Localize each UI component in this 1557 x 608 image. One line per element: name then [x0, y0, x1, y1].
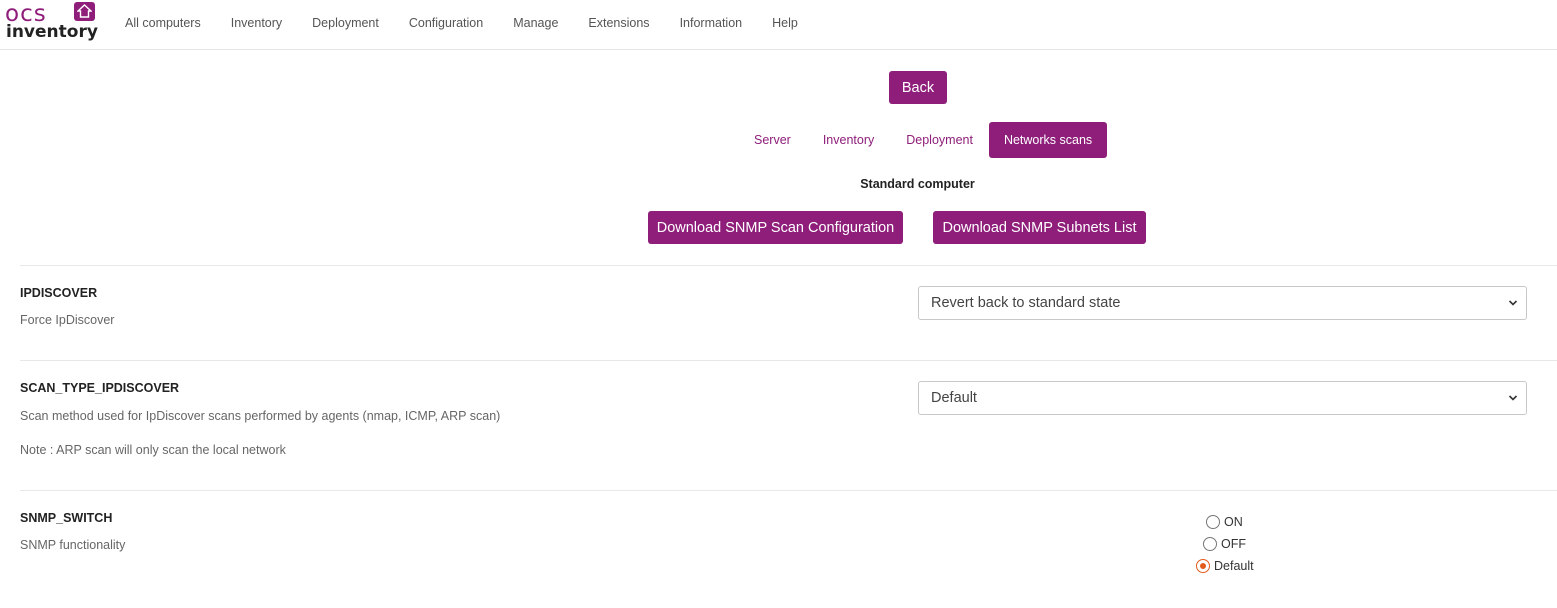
- ipdiscover-select[interactable]: Revert back to standard state: [918, 286, 1527, 320]
- divider: [20, 265, 1557, 266]
- nav-extensions[interactable]: Extensions: [573, 0, 664, 46]
- option-name-snmp-switch: SNMP_SWITCH: [20, 511, 113, 525]
- tab-networks-scans[interactable]: Networks scans: [988, 122, 1108, 158]
- logo-text-inventory: inventory: [6, 22, 98, 42]
- tab-inventory[interactable]: Inventory: [807, 122, 890, 158]
- nav-configuration[interactable]: Configuration: [394, 0, 498, 46]
- download-snmp-scan-config-button[interactable]: Download SNMP Scan Configuration: [648, 211, 903, 244]
- snmp-switch-radio-on[interactable]: ON: [1206, 515, 1243, 529]
- radio-label-off: OFF: [1221, 537, 1246, 551]
- tab-deployment[interactable]: Deployment: [890, 122, 989, 158]
- divider: [20, 360, 1557, 361]
- tab-server[interactable]: Server: [738, 122, 807, 158]
- option-name-ipdiscover: IPDISCOVER: [20, 286, 98, 300]
- radio-button-selected[interactable]: [1196, 559, 1210, 573]
- home-icon: [74, 2, 95, 21]
- radio-button[interactable]: [1203, 537, 1217, 551]
- snmp-switch-radio-off[interactable]: OFF: [1203, 537, 1246, 551]
- back-button[interactable]: Back: [889, 71, 947, 104]
- nav-help[interactable]: Help: [757, 0, 813, 46]
- option-desc-scan-type: Scan method used for IpDiscover scans pe…: [20, 409, 501, 423]
- nav-information[interactable]: Information: [665, 0, 758, 46]
- snmp-switch-radio-default[interactable]: Default: [1196, 559, 1254, 573]
- divider: [20, 490, 1557, 491]
- option-desc-snmp-switch: SNMP functionality: [20, 538, 126, 552]
- main-menu: All computers Inventory Deployment Confi…: [110, 0, 813, 46]
- radio-button[interactable]: [1206, 515, 1220, 529]
- top-navbar: ocs inventory All computers Inventory De…: [0, 0, 1557, 50]
- scan-type-select-value: Default: [931, 390, 977, 406]
- radio-label-default: Default: [1214, 559, 1254, 573]
- option-name-scan-type: SCAN_TYPE_IPDISCOVER: [20, 381, 180, 395]
- option-desc-ipdiscover: Force IpDiscover: [20, 313, 115, 327]
- chevron-down-icon: [1508, 300, 1518, 306]
- radio-label-on: ON: [1224, 515, 1243, 529]
- option-note-scan-type: Note : ARP scan will only scan the local…: [20, 443, 286, 457]
- download-snmp-subnets-list-button[interactable]: Download SNMP Subnets List: [933, 211, 1146, 244]
- ocs-inventory-logo[interactable]: ocs inventory: [5, 2, 98, 44]
- page-subtitle: Standard computer: [860, 177, 975, 191]
- nav-all-computers[interactable]: All computers: [110, 0, 216, 46]
- nav-deployment[interactable]: Deployment: [297, 0, 394, 46]
- ipdiscover-select-value: Revert back to standard state: [931, 295, 1121, 311]
- nav-manage[interactable]: Manage: [498, 0, 573, 46]
- scan-type-select[interactable]: Default: [918, 381, 1527, 415]
- nav-inventory[interactable]: Inventory: [216, 0, 297, 46]
- config-tabs: Server Inventory Deployment Networks sca…: [738, 122, 1108, 158]
- chevron-down-icon: [1508, 395, 1518, 401]
